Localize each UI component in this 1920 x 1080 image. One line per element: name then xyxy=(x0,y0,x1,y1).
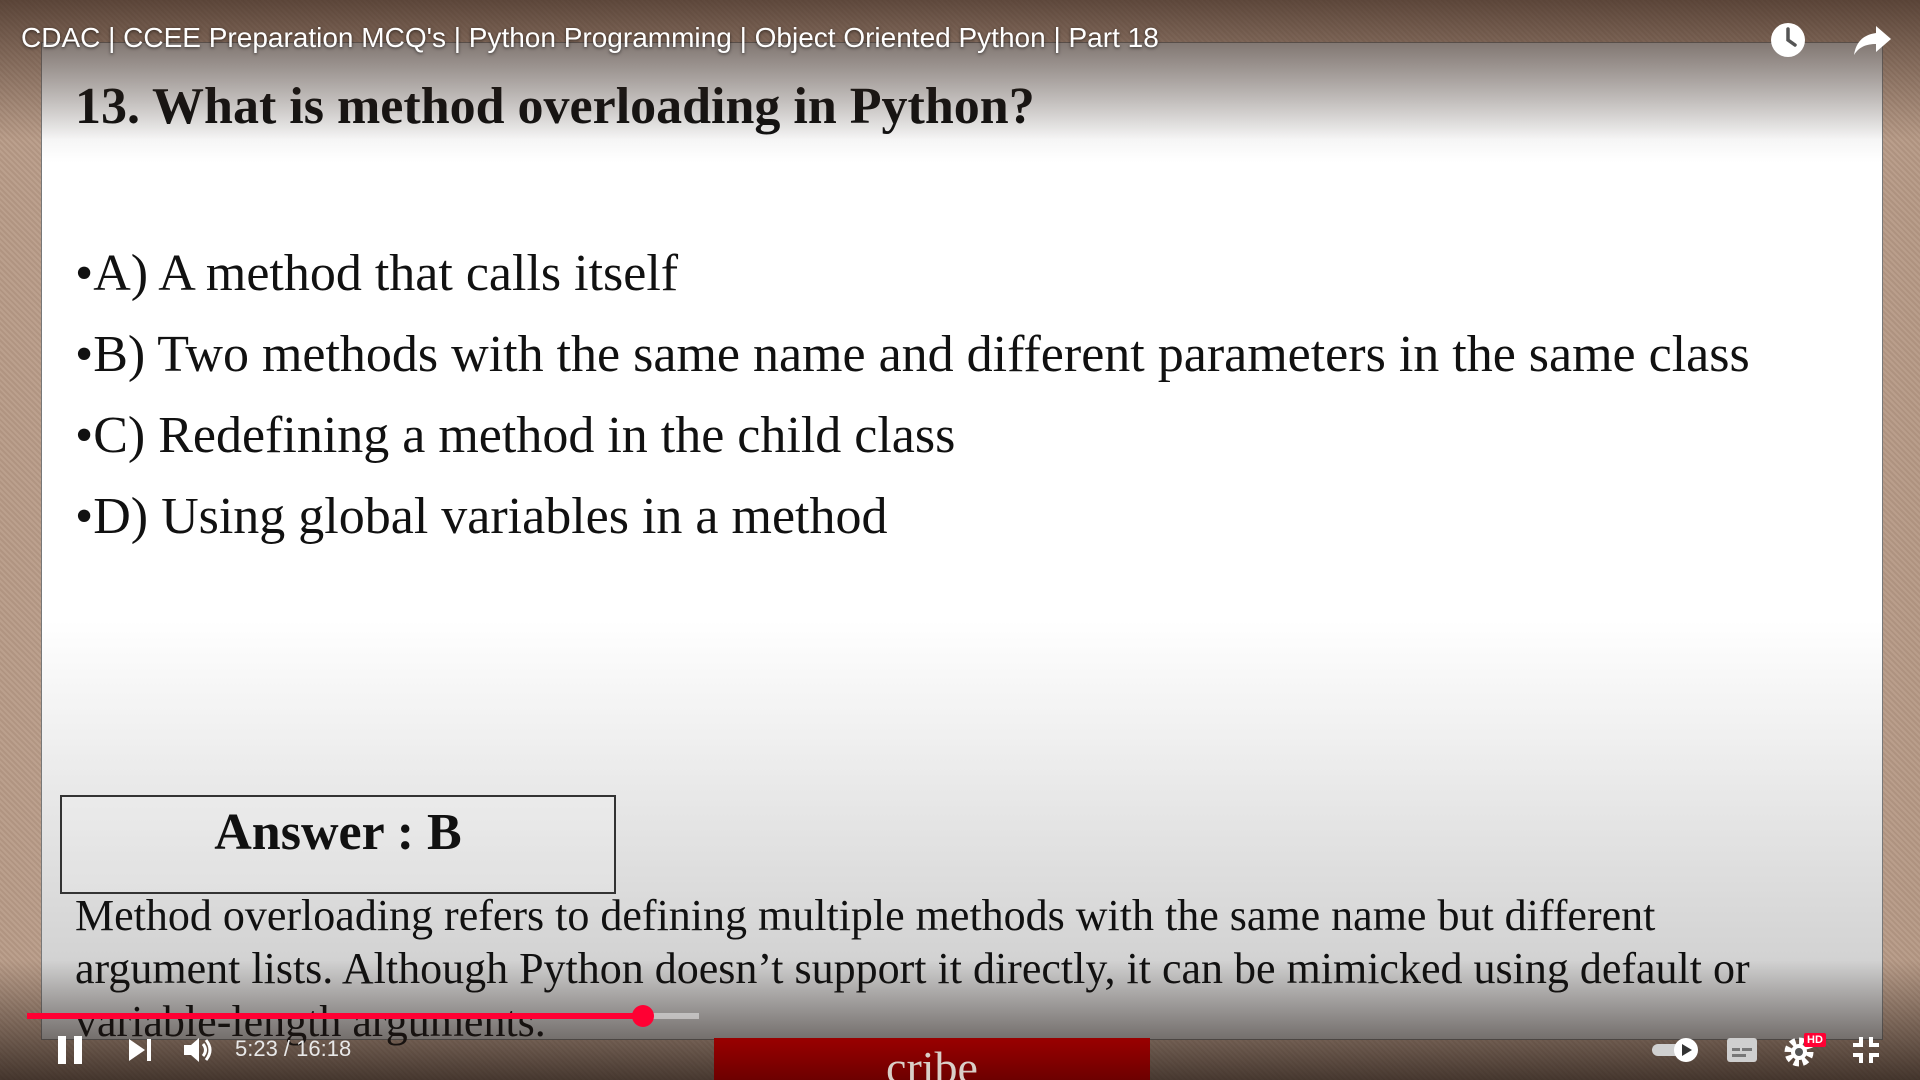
pause-button[interactable] xyxy=(50,1024,90,1080)
progress-played xyxy=(27,1013,643,1019)
share-icon[interactable] xyxy=(1850,18,1894,62)
option-d: •D) Using global variables in a method xyxy=(75,488,888,545)
subtitles-button[interactable] xyxy=(1722,1024,1762,1080)
progress-bar[interactable] xyxy=(27,1005,1893,1027)
hd-badge: HD xyxy=(1804,1033,1826,1047)
video-title[interactable]: CDAC | CCEE Preparation MCQ's | Python P… xyxy=(21,22,1159,54)
exit-fullscreen-button[interactable] xyxy=(1846,1024,1886,1080)
next-button[interactable] xyxy=(120,1024,160,1080)
autoplay-toggle-icon xyxy=(1650,1036,1702,1069)
volume-icon xyxy=(182,1035,214,1070)
exit-fullscreen-icon xyxy=(1851,1035,1881,1070)
top-right-actions xyxy=(1766,18,1894,62)
option-a: •A) A method that calls itself xyxy=(75,245,679,302)
autoplay-toggle[interactable] xyxy=(1650,1024,1702,1080)
pause-icon xyxy=(55,1034,85,1071)
option-c: •C) Redefining a method in the child cla… xyxy=(75,407,956,464)
options-list: •A) A method that calls itself •B) Two m… xyxy=(75,233,1750,557)
settings-icon: HD xyxy=(1782,1033,1828,1069)
time-display: 5:23 / 16:18 xyxy=(235,1036,352,1061)
next-icon xyxy=(125,1035,155,1070)
player-controls: 5:23 / 16:18 HD xyxy=(0,1024,1920,1080)
slide-content: 13. What is method overloading in Python… xyxy=(41,42,1883,1046)
volume-button[interactable] xyxy=(178,1024,218,1080)
question-text: 13. What is method overloading in Python… xyxy=(75,78,1035,135)
option-b: •B) Two methods with the same name and d… xyxy=(75,326,1750,383)
settings-button[interactable]: HD xyxy=(1782,1024,1828,1080)
answer-box: Answer : B xyxy=(60,795,616,894)
subtitles-icon xyxy=(1726,1037,1758,1068)
clock-icon[interactable] xyxy=(1766,18,1810,62)
